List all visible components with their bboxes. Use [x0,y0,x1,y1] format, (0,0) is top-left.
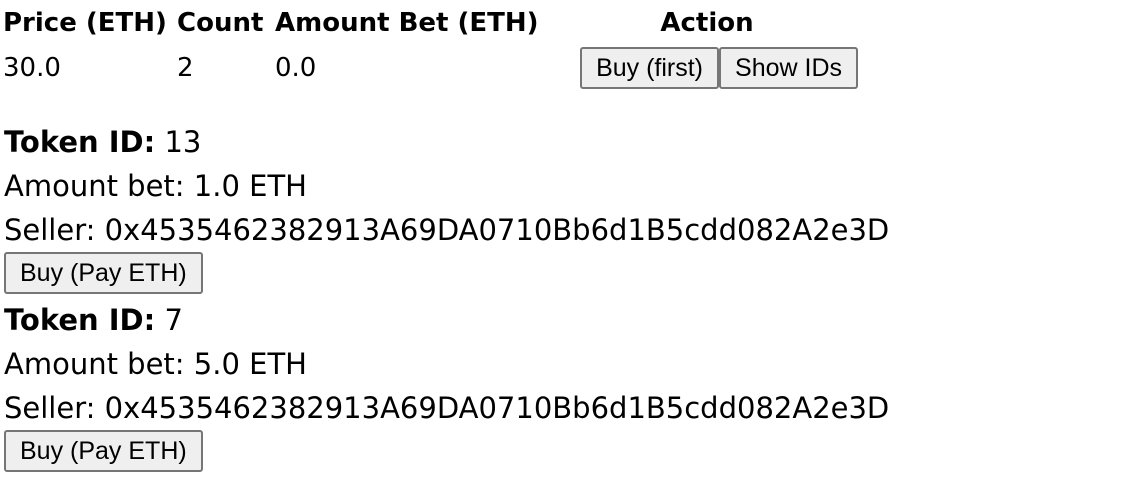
token-details-list: Token ID: 13 Amount bet: 1.0 ETH Seller:… [4,120,889,476]
buy-pay-eth-button[interactable]: Buy (Pay ETH) [4,252,203,294]
token-id-line: Token ID: 7 [4,298,889,342]
token-seller: Seller: 0x4535462382913A69DA0710Bb6d1B5c… [4,391,890,425]
show-ids-button[interactable]: Show IDs [719,47,858,89]
header-count: Count [177,8,264,38]
token-amount-bet: Amount bet: 5.0 ETH [4,347,307,381]
token-id-label: Token ID: [4,125,156,159]
price-table: Price (ETH) Count Amount Bet (ETH) Actio… [0,0,860,92]
row-count-value: 2 [177,53,194,83]
buy-first-button[interactable]: Buy (first) [580,47,720,89]
token-seller: Seller: 0x4535462382913A69DA0710Bb6d1B5c… [4,213,890,247]
header-action: Action [660,8,754,38]
row-count: 2 [176,46,272,90]
token-item: Token ID: 13 Amount bet: 1.0 ETH Seller:… [4,120,889,298]
token-id-line: Token ID: 13 [4,120,889,164]
token-buy-wrap: Buy (Pay ETH) [4,430,889,476]
token-id-label: Token ID: [4,303,156,337]
row-amount-bet: 0.0 [275,53,317,83]
token-amount-bet: Amount bet: 1.0 ETH [4,169,307,203]
token-buy-wrap: Buy (Pay ETH) [4,252,889,298]
token-item: Token ID: 7 Amount bet: 5.0 ETH Seller: … [4,298,889,476]
row-actions: Buy (first) Show IDs [556,46,858,90]
buy-pay-eth-button[interactable]: Buy (Pay ETH) [4,430,203,472]
table-row: 30.0 2 0.0 Buy (first) Show IDs [2,46,858,90]
header-amount-bet: Amount Bet (ETH) [275,8,539,38]
row-price: 30.0 [3,53,61,83]
token-id-value: 13 [164,125,202,159]
header-price: Price (ETH) [3,8,167,38]
table-header-row: Price (ETH) Count Amount Bet (ETH) Actio… [2,2,858,44]
token-id-value: 7 [164,303,183,337]
